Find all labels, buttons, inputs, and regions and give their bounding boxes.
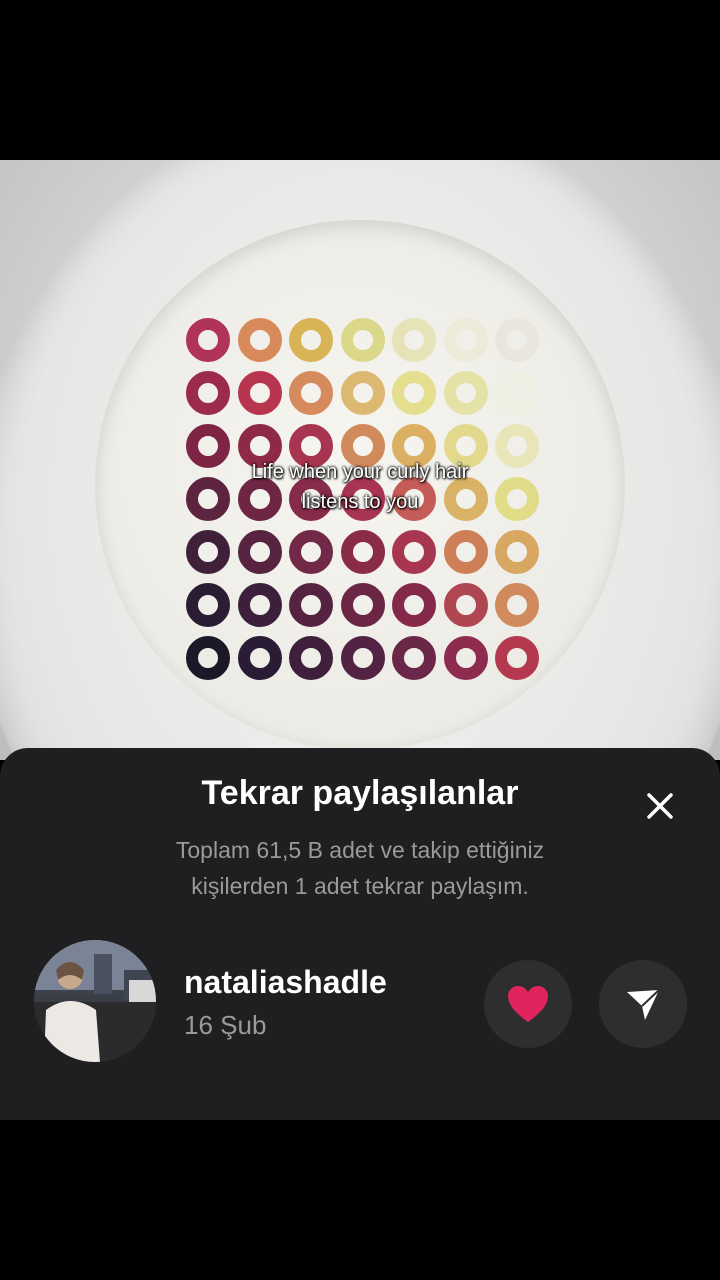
avatar[interactable] (34, 940, 156, 1062)
cereal-ring (237, 318, 282, 362)
cereal-ring (443, 636, 488, 680)
cereal-ring (392, 371, 436, 415)
cereal-ring (289, 583, 333, 627)
cereal-ring (186, 371, 230, 415)
sheet-subtitle-line2: kişilerden 1 adet tekrar paylaşım. (191, 873, 529, 899)
cereal-ring (186, 583, 230, 627)
sheet-subtitle: Toplam 61,5 B adet ve takip ettiğiniz ki… (80, 832, 640, 904)
cereal-ring (237, 371, 282, 415)
cereal-ring (340, 318, 385, 362)
cereal-ring (186, 530, 230, 574)
reposts-sheet: Tekrar paylaşılanlar Toplam 61,5 B adet … (0, 748, 720, 1120)
cereal-ring (340, 371, 385, 415)
cereal-ring (237, 583, 282, 627)
cereal-ring (495, 530, 539, 574)
cereal-ring (392, 636, 436, 680)
username[interactable]: nataliashadle (184, 964, 387, 1001)
cereal-ring (392, 530, 436, 574)
cereal-ring (289, 530, 333, 574)
like-button[interactable] (484, 960, 572, 1048)
cereal-ring (186, 636, 230, 680)
video-caption-line2: listens to you (301, 491, 419, 513)
cereal-ring (186, 318, 230, 362)
heart-icon (508, 986, 548, 1022)
cereal-ring (237, 636, 282, 680)
cereal-ring (289, 318, 333, 362)
cereal-ring (443, 371, 488, 415)
repost-user-row[interactable]: nataliashadle 16 Şub (0, 938, 720, 1068)
cereal-ring (289, 371, 333, 415)
cereal-ring (495, 636, 539, 680)
cereal-ring (443, 583, 488, 627)
close-button[interactable] (636, 784, 684, 828)
video-caption-line1: Life when your curly hair (251, 461, 469, 483)
sheet-title: Tekrar paylaşılanlar (201, 774, 519, 812)
cereal-ring (443, 318, 488, 362)
close-icon (647, 793, 673, 819)
cereal-ring (340, 530, 385, 574)
avatar-photo-image (34, 940, 156, 1062)
video-frame[interactable]: Life when your curly hair listens to you (0, 160, 720, 760)
cereal-ring (392, 583, 436, 627)
repost-date: 16 Şub (184, 1010, 267, 1040)
sheet-subtitle-line1: Toplam 61,5 B adet ve takip ettiğiniz (175, 837, 545, 863)
cereal-ring (340, 583, 385, 627)
cereal-ring (392, 318, 436, 362)
cereal-ring (289, 636, 333, 680)
cereal-ring (495, 583, 539, 627)
cereal-ring (237, 530, 282, 574)
send-button[interactable] (599, 960, 687, 1048)
cereal-ring (340, 636, 385, 680)
cereal-ring (495, 371, 539, 415)
cereal-ring (443, 530, 488, 574)
send-icon (627, 989, 660, 1020)
cereal-ring (495, 318, 539, 362)
